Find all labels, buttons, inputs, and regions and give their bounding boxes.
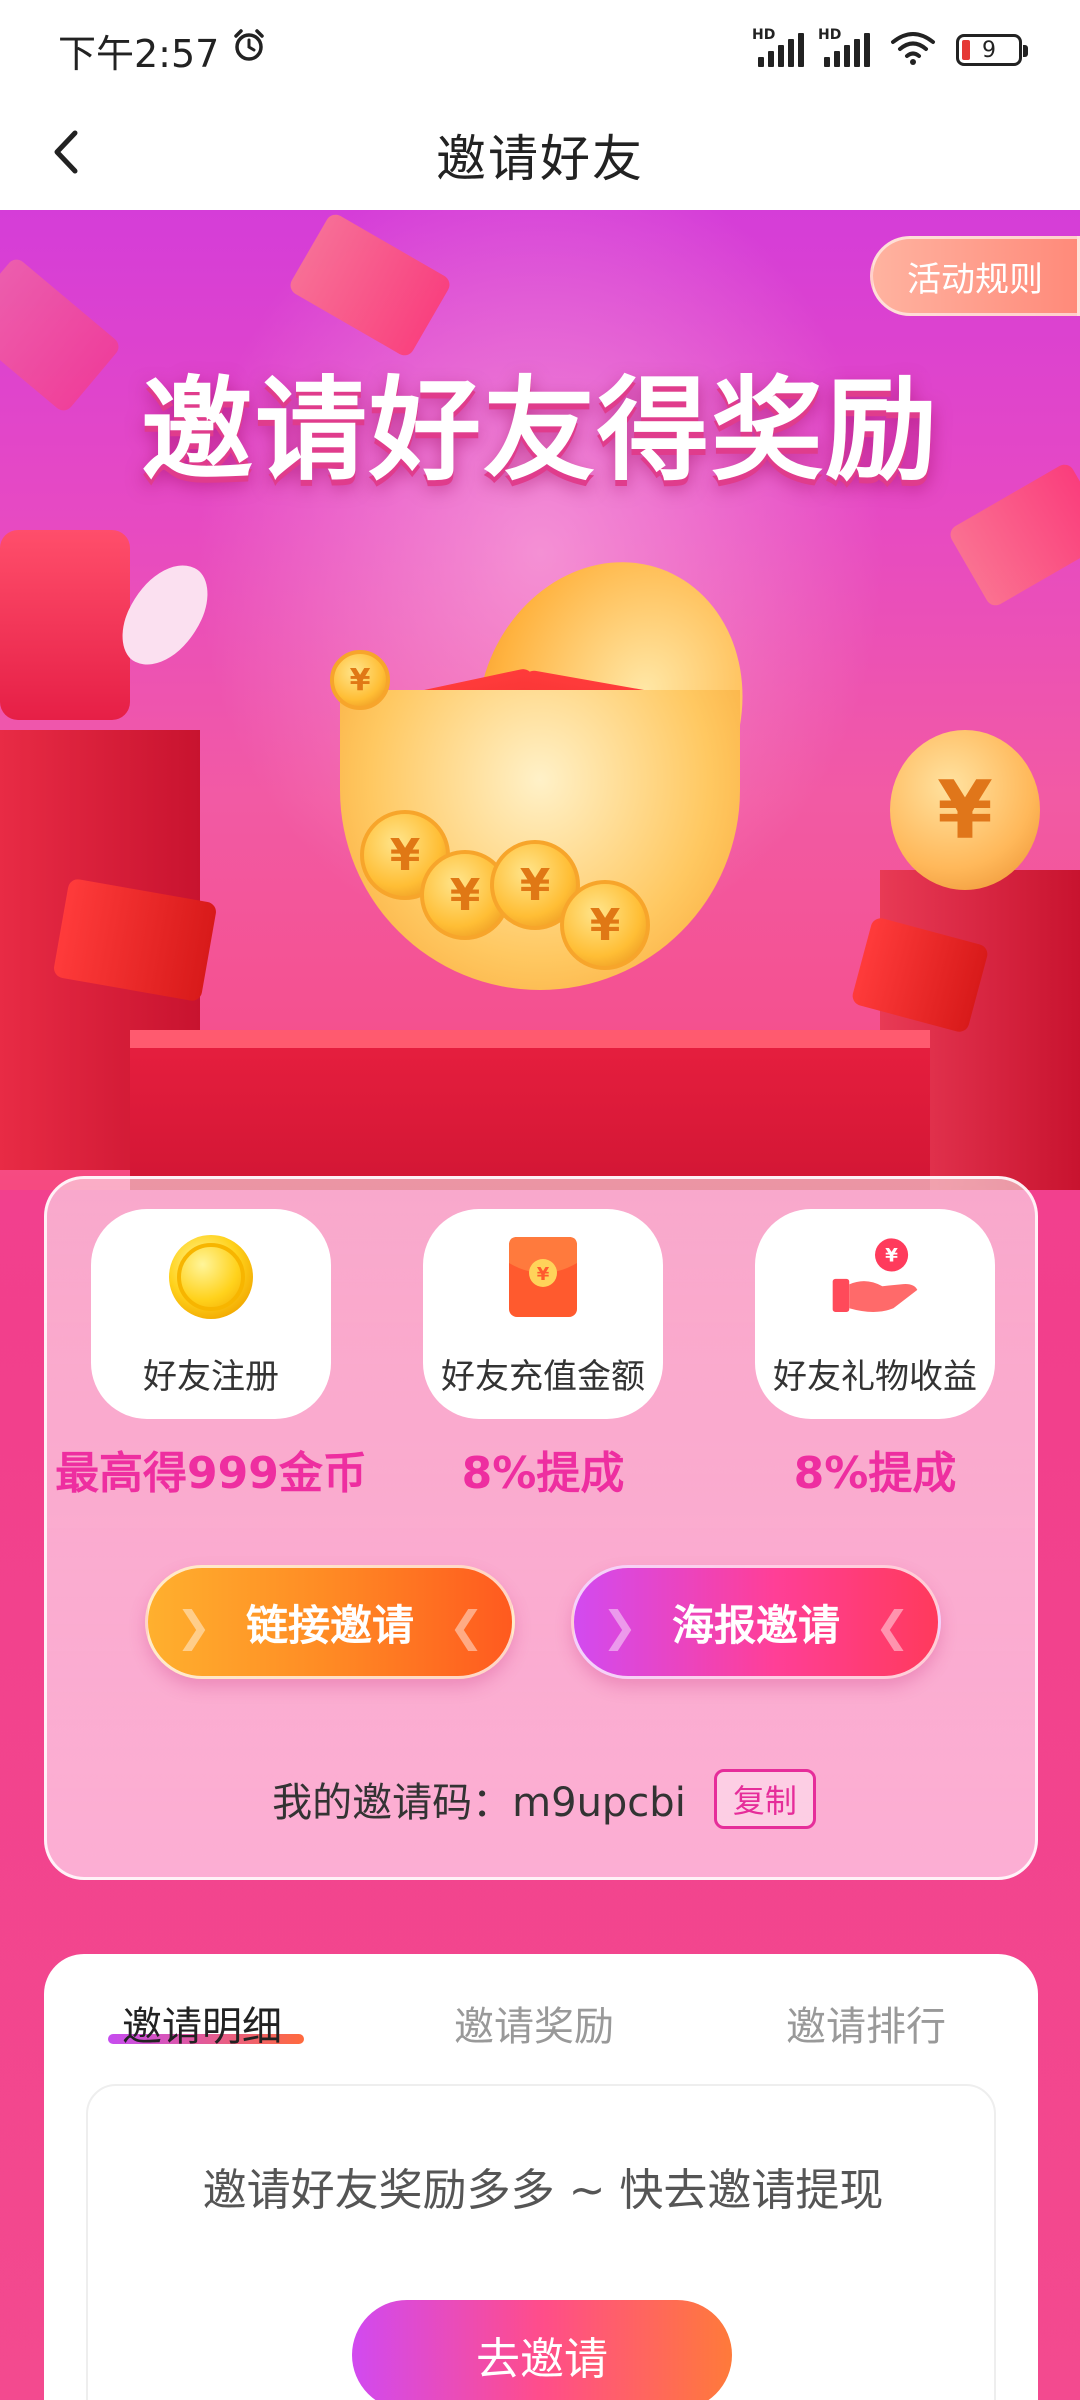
battery-icon: 9: [956, 34, 1028, 66]
go-invite-button[interactable]: 去邀请: [352, 2300, 732, 2400]
signal-icon-2: HD: [818, 27, 870, 67]
wifi-icon: [890, 30, 936, 70]
alarm-icon: [231, 28, 267, 73]
tab-invite-details[interactable]: 邀请明细: [122, 1994, 282, 2052]
status-bar: 下午2:57 HD HD 9: [0, 0, 1080, 100]
svg-text:¥: ¥: [537, 1264, 550, 1285]
link-invite-button[interactable]: ❯ 链接邀请 ❮: [145, 1565, 515, 1679]
stage-decoration: [130, 1030, 930, 1190]
invite-code-row: 我的邀请码：m9upcbi 复制: [47, 1769, 1041, 1829]
status-time: 下午2:57: [58, 31, 220, 76]
coin-decoration: ¥: [560, 880, 650, 970]
reward-value-gift: 8%提成: [793, 1448, 957, 1499]
reward-label: 好友充值金额: [441, 1356, 645, 1397]
battery-level: 9: [982, 37, 996, 63]
reward-value-recharge: 8%提成: [461, 1448, 625, 1499]
coin-decoration: ¥: [330, 650, 390, 710]
invite-code-text: 我的邀请码：m9upcbi: [272, 1780, 686, 1826]
red-envelope-icon: ¥: [497, 1231, 589, 1323]
invite-detail-panel: 邀请明细 邀请奖励 邀请排行 邀请好友奖励多多 ~ 快去邀请提现 去邀请: [44, 1954, 1038, 2400]
poster-invite-label: 海报邀请: [671, 1600, 840, 1650]
back-button[interactable]: [36, 124, 96, 184]
empty-state-text: 邀请好友奖励多多 ~ 快去邀请提现: [202, 2165, 884, 2216]
reward-label: 好友注册: [143, 1356, 279, 1397]
gift-box-decoration: [0, 530, 130, 720]
copy-button[interactable]: 复制: [713, 1769, 816, 1829]
network-label-1: HD: [752, 27, 776, 43]
hand-coin-icon: ¥: [829, 1231, 921, 1323]
poster-invite-button[interactable]: ❯ 海报邀请 ❮: [571, 1565, 941, 1679]
reward-item-register: 好友注册: [91, 1209, 331, 1419]
hero-title: 邀请好友得奖励: [141, 366, 939, 496]
flying-envelope-decoration: [286, 211, 454, 359]
gold-coin-icon: [165, 1231, 257, 1323]
chevron-left-icon: [51, 127, 81, 181]
svg-text:¥: ¥: [885, 1245, 898, 1266]
page-title: 邀请好友: [436, 130, 644, 188]
signal-icon: HD: [752, 27, 804, 67]
tab-invite-ranking[interactable]: 邀请排行: [786, 1994, 946, 2052]
invite-detail-list: 邀请好友奖励多多 ~ 快去邀请提现 去邀请: [86, 2084, 996, 2400]
reward-item-gift: ¥ 好友礼物收益: [755, 1209, 995, 1419]
invite-card: 好友注册 最高得999金币 ¥ 好友充值金额 8%提成 ¥ 好友礼物收益 8%提…: [44, 1176, 1038, 1880]
link-invite-label: 链接邀请: [245, 1600, 414, 1650]
nav-bar: 邀请好友: [0, 100, 1080, 210]
network-label-2: HD: [818, 27, 842, 43]
big-coin-decoration: ¥: [890, 730, 1040, 890]
reward-label: 好友礼物收益: [773, 1356, 977, 1397]
hero-banner: 活动规则 邀请好友得奖励 ¥ ¥ ¥ ¥ ¥ ¥: [0, 210, 1080, 1190]
reward-value-register: 最高得999金币: [55, 1448, 367, 1499]
tab-invite-rewards[interactable]: 邀请奖励: [454, 1994, 614, 2052]
activity-rules-button[interactable]: 活动规则: [870, 236, 1080, 316]
reward-item-recharge: ¥ 好友充值金额: [423, 1209, 663, 1419]
